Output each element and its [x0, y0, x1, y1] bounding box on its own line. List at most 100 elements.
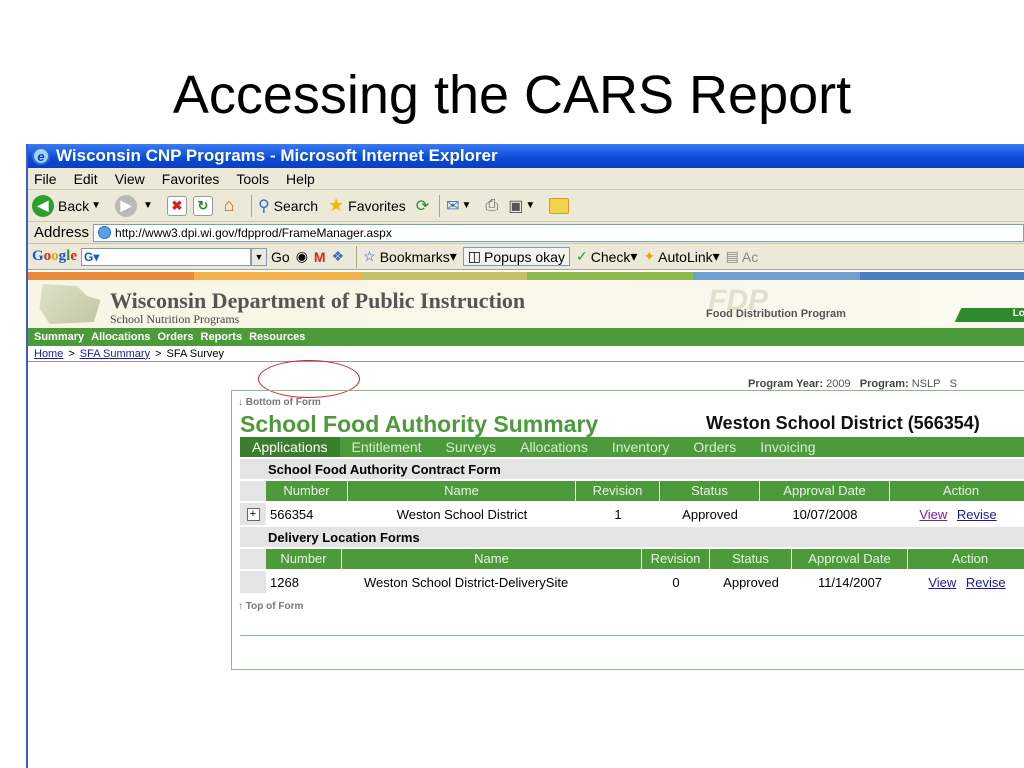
bookmark-star-icon: ☆ — [363, 248, 376, 264]
col-status: Status — [710, 549, 792, 569]
puzzle-icon[interactable]: ❖ — [332, 248, 345, 265]
bottom-of-form-link[interactable]: ↓ Bottom of Form — [238, 397, 321, 408]
contract-revise-link[interactable]: Revise — [957, 507, 997, 522]
mail-dropdown-icon[interactable]: ▼ — [462, 200, 472, 211]
col-revision: Revision — [576, 481, 660, 501]
nav-allocations[interactable]: Allocations — [91, 331, 150, 343]
tab-entitlement[interactable]: Entitlement — [340, 437, 434, 457]
department-subtitle: School Nutrition Programs — [110, 312, 240, 326]
menu-bar: File Edit View Favorites Tools Help — [28, 168, 1024, 190]
menu-file[interactable]: File — [34, 171, 57, 187]
menu-help[interactable]: Help — [286, 171, 315, 187]
col-approval-date: Approval Date — [760, 481, 890, 501]
popup-blocker-icon: ◫ — [467, 248, 482, 264]
back-dropdown-icon[interactable]: ▼ — [91, 200, 101, 211]
col-number: Number — [266, 481, 348, 501]
delivery-approval-date: 11/14/2007 — [817, 574, 883, 590]
google-g-icon: G▾ — [84, 249, 100, 264]
autofill-label: Ac — [741, 248, 759, 265]
mail-button[interactable]: ✉ ▼ — [446, 196, 475, 216]
department-name: Wisconsin Department of Public Instructi… — [110, 288, 526, 313]
home-icon[interactable]: ⌂ — [219, 195, 239, 216]
contract-view-link[interactable]: View — [919, 507, 947, 522]
top-of-form-link[interactable]: ↑ Top of Form — [238, 601, 303, 612]
stop-icon[interactable]: ✖ — [166, 195, 187, 216]
popups-label: Popups okay — [484, 248, 565, 265]
menu-view[interactable]: View — [115, 171, 145, 187]
spellcheck-icon: ✓ — [575, 248, 588, 264]
google-search-input[interactable]: G▾ — [81, 247, 252, 266]
tab-surveys[interactable]: Surveys — [434, 437, 509, 457]
bookmarks-label: Bookmarks — [379, 248, 450, 265]
page-globe-icon — [98, 226, 112, 239]
edit-button[interactable]: ▣ ▼ — [508, 196, 539, 216]
edit-page-icon: ▣ — [508, 197, 524, 215]
delivery-number: 1268 — [270, 574, 299, 590]
print-icon[interactable]: ⎙ — [485, 197, 498, 215]
expand-plus-icon[interactable]: + — [246, 507, 260, 521]
forward-button[interactable]: ▶ ▼ — [115, 194, 157, 217]
spellcheck-button[interactable]: ✓ Check ▾ — [576, 248, 637, 265]
menu-favorites[interactable]: Favorites — [162, 171, 220, 187]
address-label: Address — [34, 224, 90, 241]
google-search-dropdown[interactable]: ▼ — [251, 247, 268, 266]
col-action: Action — [951, 551, 989, 566]
autolink-icon: ✦ — [643, 248, 656, 264]
program-year-label: Program Year: — [748, 378, 824, 390]
standard-toolbar: ◀ Back ▼ ▶ ▼ ✖ ↻ ⌂ ⚲ Search ★ Favorites … — [28, 190, 1024, 222]
history-icon[interactable]: ⟳ — [416, 196, 429, 216]
pagerank-icon[interactable]: ◉ — [296, 248, 308, 265]
edit-dropdown-icon[interactable]: ▼ — [525, 200, 535, 211]
nav-summary[interactable]: Summary — [34, 331, 84, 343]
tab-invoicing[interactable]: Invoicing — [748, 437, 827, 457]
google-go-button[interactable]: Go — [271, 249, 290, 265]
delivery-section-heading: Delivery Location Forms — [240, 527, 1024, 547]
breadcrumb-home[interactable]: Home — [34, 348, 63, 360]
slide-title: Accessing the CARS Report — [172, 65, 852, 125]
col-name: Name — [342, 549, 642, 569]
favorites-button[interactable]: ★ Favorites — [328, 195, 406, 216]
contract-revision: 1 — [614, 506, 622, 522]
gmail-icon[interactable]: M — [314, 249, 326, 265]
tab-allocations[interactable]: Allocations — [508, 437, 600, 457]
district-title: Weston School District (566354) — [706, 413, 980, 433]
delivery-revise-link[interactable]: Revise — [966, 575, 1006, 590]
forward-dropdown-icon[interactable]: ▼ — [143, 200, 153, 211]
mail-icon: ✉ — [446, 197, 460, 215]
address-input[interactable]: http://www3.dpi.wi.gov/fdpprod/FrameMana… — [93, 223, 1024, 242]
bookmarks-button[interactable]: ☆ Bookmarks ▾ — [363, 248, 457, 265]
toolbar-separator — [250, 194, 252, 217]
delivery-revision: 0 — [672, 574, 680, 590]
popups-button[interactable]: ◫ Popups okay — [462, 247, 570, 266]
autofill-button[interactable]: ▤ Ac — [726, 248, 759, 265]
internet-explorer-icon: e — [32, 147, 50, 165]
address-url: http://www3.dpi.wi.gov/fdpprod/FrameMana… — [115, 225, 392, 240]
google-logo[interactable]: Google — [32, 248, 77, 265]
col-status: Status — [660, 481, 760, 501]
col-number: Number — [266, 549, 342, 569]
site-nav: Summary Allocations Orders Reports Resou… — [28, 328, 1024, 346]
menu-tools[interactable]: Tools — [236, 171, 269, 187]
breadcrumb-separator: > — [155, 347, 162, 360]
delivery-status: Approved — [723, 574, 779, 590]
delivery-view-link[interactable]: View — [928, 575, 956, 590]
favorites-star-icon: ★ — [328, 195, 345, 215]
address-bar: Address http://www3.dpi.wi.gov/fdpprod/F… — [28, 222, 1024, 244]
nav-resources[interactable]: Resources — [249, 331, 305, 343]
search-button[interactable]: ⚲ Search — [258, 196, 318, 216]
login-tab[interactable]: Lo — [954, 308, 1024, 322]
login-label: Lo — [1012, 308, 1024, 319]
contract-name: Weston School District — [396, 506, 528, 522]
autolink-button[interactable]: ✦ AutoLink ▾ — [643, 248, 719, 265]
folder-icon[interactable] — [549, 197, 570, 214]
tab-inventory[interactable]: Inventory — [600, 437, 682, 457]
menu-edit[interactable]: Edit — [74, 171, 98, 187]
back-button[interactable]: ◀ Back ▼ — [32, 194, 105, 217]
tab-orders[interactable]: Orders — [681, 437, 748, 457]
tab-applications[interactable]: Applications — [240, 437, 340, 457]
breadcrumb-sfa-summary[interactable]: SFA Summary — [80, 348, 150, 360]
contract-table-header: Number Name Revision Status Approval Dat… — [240, 481, 1024, 501]
refresh-icon[interactable]: ↻ — [192, 195, 213, 216]
nav-reports[interactable]: Reports — [201, 331, 243, 343]
nav-orders[interactable]: Orders — [157, 331, 193, 343]
